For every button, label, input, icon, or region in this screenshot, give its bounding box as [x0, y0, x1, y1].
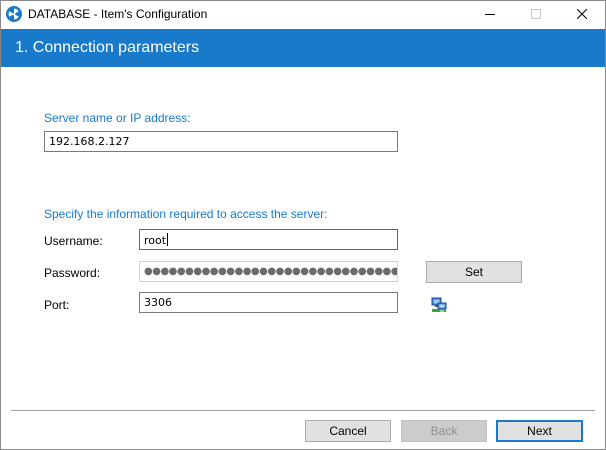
radiation-icon [6, 6, 22, 22]
config-window: DATABASE - Item's Configuration 1. Conne… [0, 0, 606, 450]
username-label: Username: [44, 234, 103, 248]
next-button[interactable]: Next [496, 420, 583, 442]
footer-separator [11, 410, 595, 411]
back-button[interactable]: Back [401, 420, 487, 442]
minimize-button[interactable] [467, 1, 513, 28]
cancel-button[interactable]: Cancel [305, 420, 391, 442]
password-input[interactable]: ●●●●●●●●●●●●●●●●●●●●●●●●●●●●●●●●●●●●●●●● [139, 261, 398, 282]
access-section-label: Specify the information required to acce… [44, 207, 328, 221]
minimize-icon [485, 14, 495, 15]
maximize-icon [531, 9, 541, 19]
window-title: DATABASE - Item's Configuration [28, 7, 208, 21]
server-section-label: Server name or IP address: [44, 111, 191, 125]
network-connect-icon[interactable] [431, 297, 447, 313]
close-icon [577, 9, 587, 19]
username-value: root [144, 234, 167, 247]
server-address-input[interactable]: 192.168.2.127 [44, 131, 398, 152]
text-caret [167, 233, 169, 246]
password-label: Password: [44, 266, 101, 280]
title-bar[interactable]: DATABASE - Item's Configuration [1, 1, 605, 28]
step-title: 1. Connection parameters [15, 39, 200, 56]
username-input[interactable]: root [139, 229, 398, 250]
port-input[interactable]: 3306 [139, 292, 398, 313]
set-password-button[interactable]: Set [426, 261, 522, 283]
step-header: 1. Connection parameters [1, 29, 605, 67]
port-label: Port: [44, 298, 70, 312]
close-button[interactable] [559, 1, 605, 28]
maximize-button[interactable] [513, 1, 559, 28]
